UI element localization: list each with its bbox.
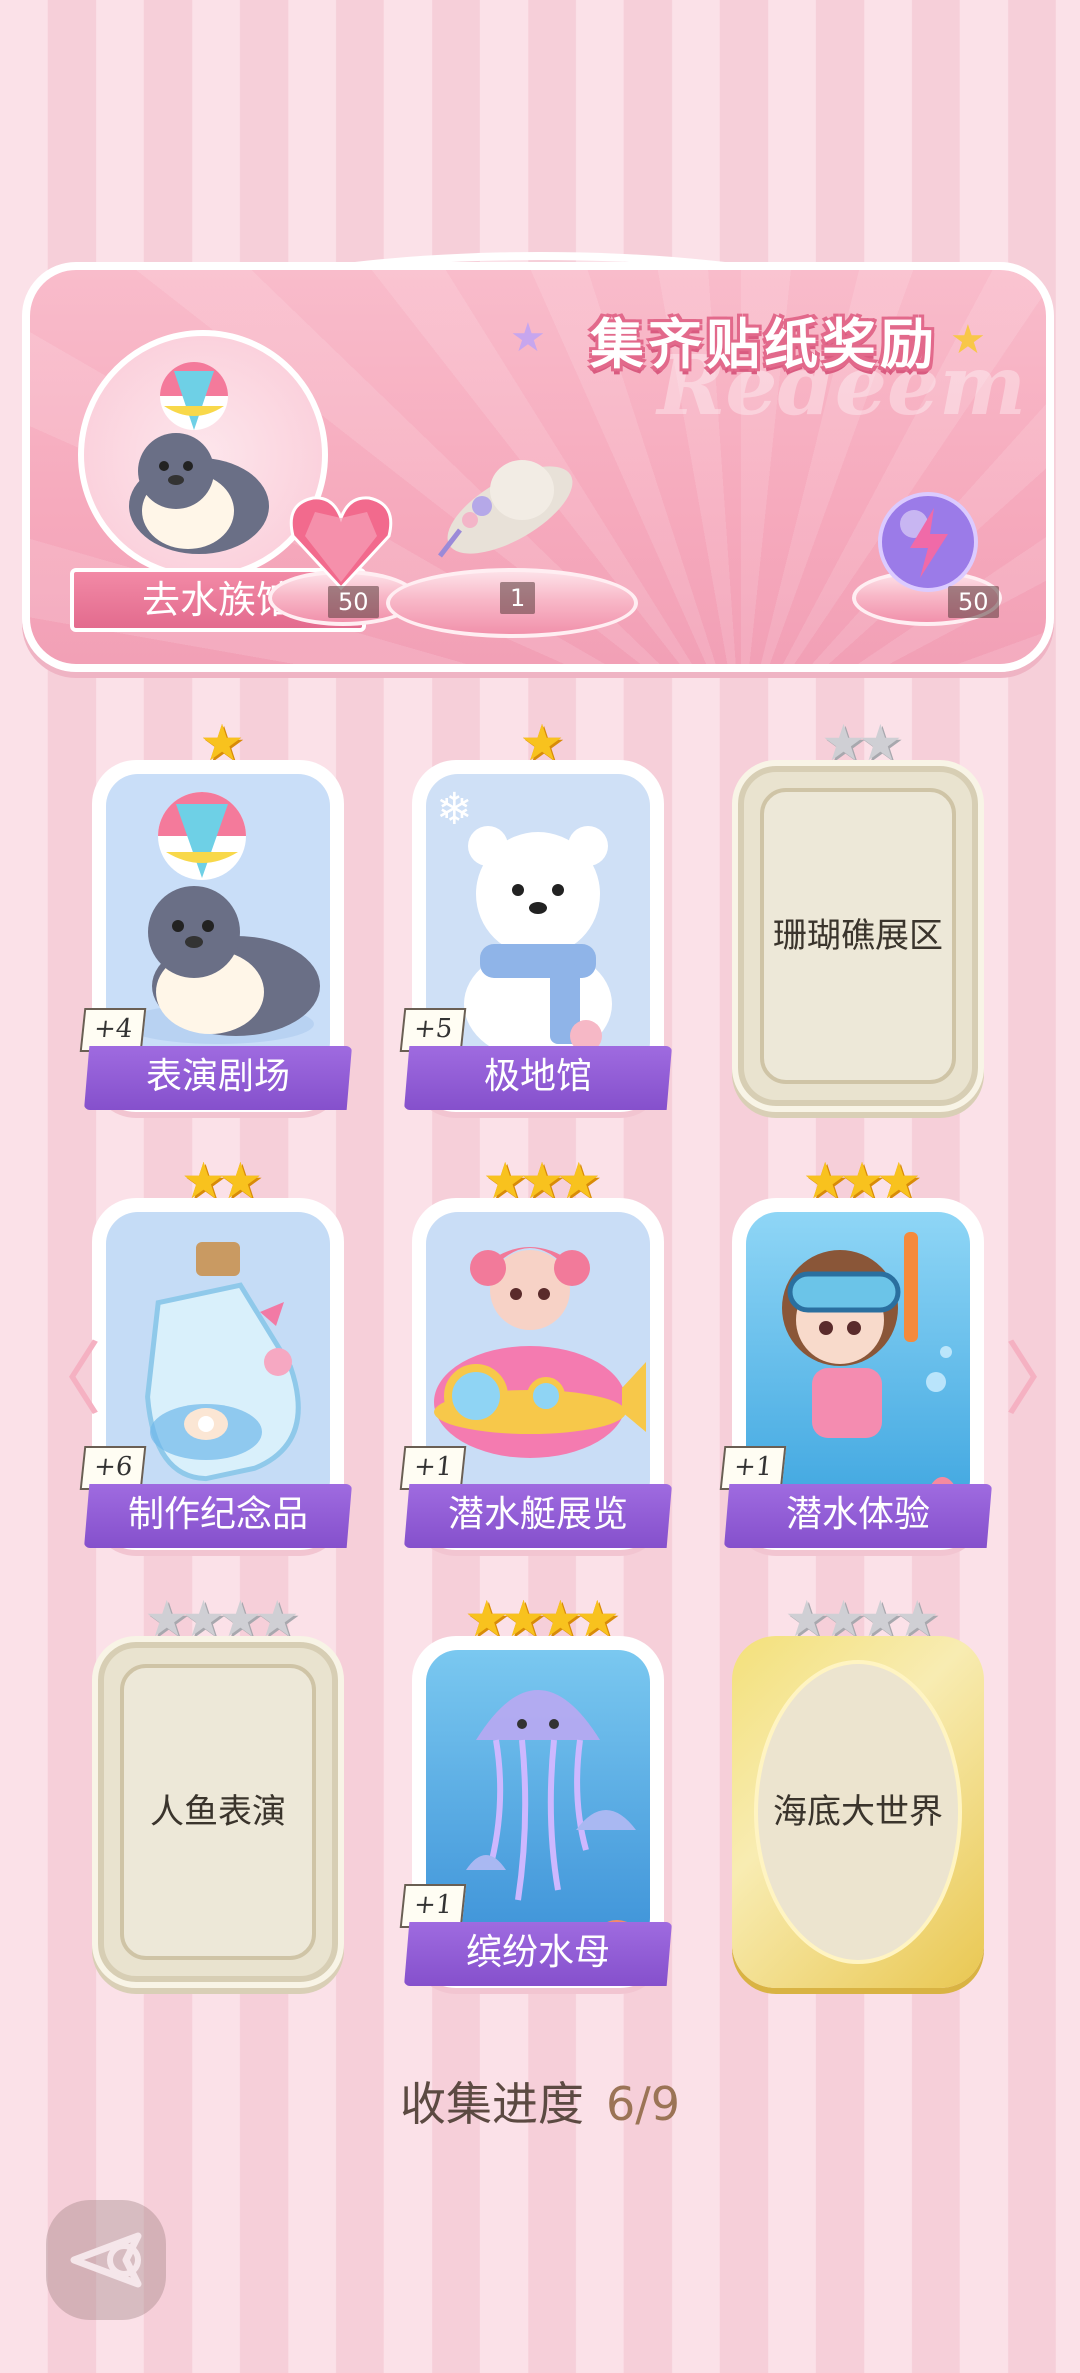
- card-label: 极地馆: [404, 1046, 672, 1110]
- progress-value: 6/9: [605, 2077, 681, 2131]
- star-deco-icon: ★: [950, 317, 986, 363]
- back-button[interactable]: [46, 2200, 166, 2320]
- sticker-card-polar[interactable]: ★ ❄ +5 极地馆: [399, 716, 672, 1112]
- pink-heart-gem-icon[interactable]: [285, 492, 397, 592]
- bonus-tag: +4: [79, 1008, 147, 1052]
- card-label: 缤纷水母: [404, 1922, 672, 1986]
- next-page-arrow-icon[interactable]: 〉: [1004, 1340, 1080, 1420]
- svg-text:❄: ❄: [436, 784, 473, 835]
- bonus-tag: +1: [399, 1446, 467, 1490]
- bonus-tag: +6: [79, 1446, 147, 1490]
- lightning-orb-icon[interactable]: [876, 490, 980, 594]
- sticker-card-ocean-world-locked[interactable]: ★★★★ 海底大世界: [732, 1592, 984, 1988]
- card-label: 潜水体验: [724, 1484, 992, 1548]
- bonus-tag: +1: [719, 1446, 787, 1490]
- reward-count: 1: [500, 582, 536, 614]
- card-label: 珊瑚礁展区: [773, 916, 943, 956]
- sticker-card-jellyfish[interactable]: ★★★★ +1 缤纷水母: [399, 1592, 672, 1988]
- sticker-card-performance[interactable]: ★ +4 表演剧场: [79, 716, 352, 1112]
- banner-title: 集齐贴纸奖励: [590, 313, 938, 376]
- reward-banner: Redeem ★ ★ 集齐贴纸奖励 去水族馆 50 1 50: [22, 262, 1054, 672]
- card-label: 表演剧场: [84, 1046, 352, 1110]
- card-label: 人鱼表演: [150, 1792, 286, 1832]
- bonus-tag: +5: [399, 1008, 467, 1052]
- star-deco-icon: ★: [510, 315, 546, 361]
- sticker-card-submarine[interactable]: ★★★ +1 潜水艇展览: [399, 1154, 672, 1550]
- sticker-card-mermaid-locked[interactable]: ★★★★ 人鱼表演: [92, 1592, 344, 1988]
- sticker-card-coral-locked[interactable]: ★★ 珊瑚礁展区: [732, 716, 984, 1112]
- reward-count: 50: [328, 586, 379, 618]
- progress-label: 收集进度: [399, 2077, 584, 2131]
- card-label: 海底大世界: [773, 1792, 943, 1832]
- card-label: 制作纪念品: [84, 1484, 352, 1548]
- sticker-card-diving[interactable]: ★★★ +1 潜水体验: [719, 1154, 992, 1550]
- flower-hat-icon[interactable]: [430, 430, 580, 560]
- card-label: 潜水艇展览: [404, 1484, 672, 1548]
- bonus-tag: +1: [399, 1884, 467, 1928]
- prev-page-arrow-icon[interactable]: 〈: [22, 1340, 102, 1420]
- reward-count: 50: [948, 586, 999, 618]
- collection-progress: 收集进度 6/9: [0, 2068, 1080, 2134]
- back-arrow-icon: [70, 2232, 142, 2288]
- sticker-card-souvenir[interactable]: ★★ +6 制作纪念品: [79, 1154, 352, 1550]
